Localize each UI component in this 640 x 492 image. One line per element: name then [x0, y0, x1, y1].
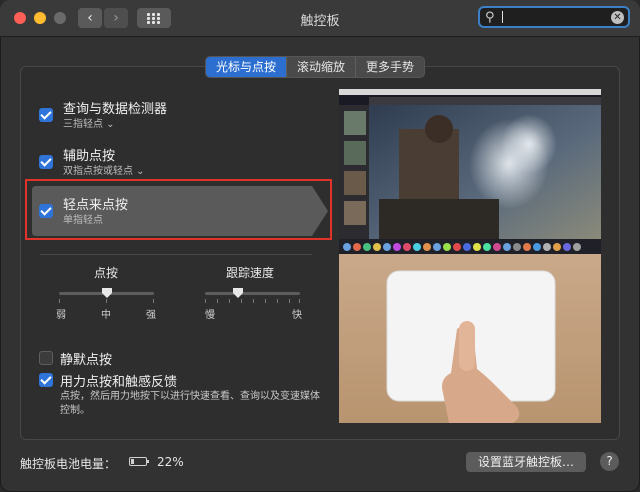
tick: [217, 299, 218, 303]
battery-icon: [129, 457, 149, 466]
tick: [253, 299, 254, 303]
search-field[interactable]: ⚲ ✕: [478, 6, 630, 28]
tracking-speed-thumb[interactable]: [233, 288, 244, 298]
magnifier-icon: ⚲: [485, 10, 495, 25]
secondary-click-checkbox[interactable]: [39, 155, 53, 169]
silent-click-checkbox[interactable]: [39, 351, 53, 365]
secondary-click-dropdown[interactable]: 双指点按或轻点 ⌄: [63, 162, 145, 177]
tab-bar: 光标与点按 滚动缩放 更多手势: [205, 56, 426, 78]
divider: [40, 254, 312, 255]
setup-bluetooth-trackpad-button[interactable]: 设置蓝牙触控板…: [466, 452, 586, 472]
click-mid-label: 中: [101, 310, 111, 321]
text-cursor: [502, 11, 503, 23]
clear-icon[interactable]: ✕: [611, 11, 624, 24]
tick: [277, 299, 278, 303]
tick: [229, 299, 230, 303]
lookup-gesture-dropdown[interactable]: 三指轻点 ⌄: [63, 115, 115, 130]
tick: [59, 299, 60, 303]
click-max-label: 强: [146, 310, 156, 321]
lookup-checkbox[interactable]: [39, 108, 53, 122]
click-slider-label: 点按: [94, 266, 119, 280]
speed-max-label: 快: [292, 310, 302, 321]
tick: [241, 299, 242, 303]
tick: [205, 299, 206, 303]
tracking-speed-label: 跟踪速度: [226, 266, 275, 280]
tick: [106, 299, 107, 303]
tick: [265, 299, 266, 303]
battery-percentage: 22%: [157, 455, 184, 469]
title-bar: ‹ › 触控板 ⚲ ✕: [0, 0, 640, 37]
tick: [289, 299, 290, 303]
tab-point-click[interactable]: 光标与点按: [206, 57, 288, 77]
tab-scroll-zoom[interactable]: 滚动缩放: [287, 57, 357, 77]
preferences-window: ‹ › 触控板 ⚲ ✕ 光标与点按 滚动缩放 更多手势 查询与数据检测器 三指轻…: [0, 0, 640, 492]
gesture-preview-video: [339, 89, 601, 423]
battery-label: 触控板电池电量：: [20, 457, 117, 471]
tick: [299, 299, 300, 303]
force-click-description: 点按，然后用力地按下以进行快速查看、查询以及变速媒体控制。: [60, 391, 320, 416]
silent-click-label: 静默点按: [60, 353, 113, 368]
help-button[interactable]: ?: [600, 452, 619, 471]
speed-min-label: 慢: [205, 310, 215, 321]
tick: [153, 299, 154, 303]
highlight-box: [25, 179, 332, 240]
click-slider-thumb[interactable]: [101, 288, 112, 298]
tracking-speed-track[interactable]: [205, 292, 300, 295]
tab-more-gestures[interactable]: 更多手势: [356, 57, 424, 77]
click-min-label: 弱: [56, 310, 66, 321]
force-click-checkbox[interactable]: [39, 373, 53, 387]
force-click-label: 用力点按和触感反馈: [60, 375, 178, 390]
